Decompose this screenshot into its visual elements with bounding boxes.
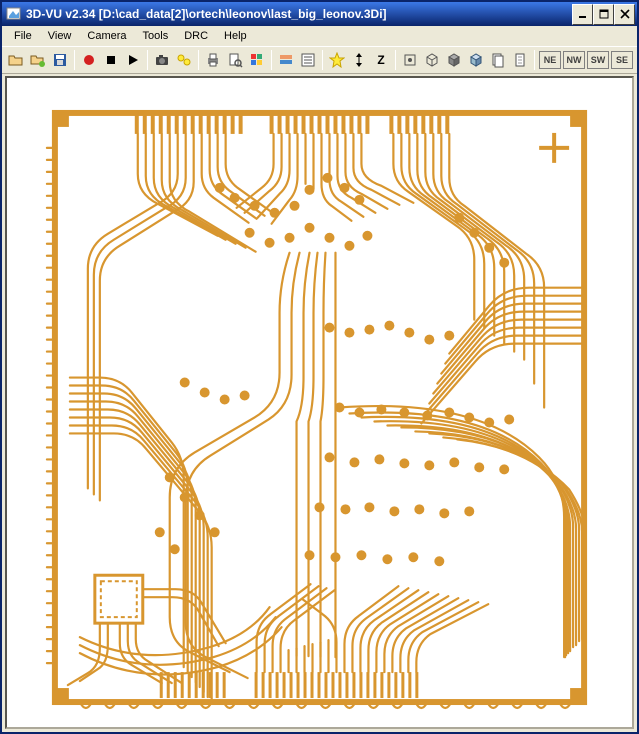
window-title: 3D-VU v2.34 [D:\cad_data[2]\ortech\leono… [26, 7, 568, 21]
toolbar: Z NE NW SW SE i [2, 46, 637, 74]
view-sw-button[interactable]: SW [587, 51, 609, 69]
maximize-button[interactable] [593, 4, 614, 25]
menu-drc[interactable]: DRC [176, 28, 216, 44]
play-icon[interactable] [122, 49, 144, 71]
sheet-icon[interactable] [509, 49, 531, 71]
separator [395, 50, 396, 70]
layers-icon[interactable] [275, 49, 297, 71]
z-label-icon[interactable]: Z [370, 49, 392, 71]
separator [74, 50, 75, 70]
menu-tools[interactable]: Tools [135, 28, 177, 44]
camera-icon[interactable] [151, 49, 173, 71]
minimize-button[interactable] [572, 4, 593, 25]
separator [322, 50, 323, 70]
titlebar: 3D-VU v2.34 [D:\cad_data[2]\ortech\leono… [2, 2, 637, 26]
menubar: File View Camera Tools DRC Help [2, 26, 637, 46]
menu-camera[interactable]: Camera [79, 28, 134, 44]
pcb-render: .cu { stroke:#d8962f; stroke-width:2.2; … [7, 78, 632, 727]
separator [271, 50, 272, 70]
view-se-button[interactable]: SE [611, 51, 633, 69]
separator [534, 50, 535, 70]
palette-icon[interactable] [246, 49, 268, 71]
open-icon[interactable] [5, 49, 27, 71]
separator [198, 50, 199, 70]
menu-view[interactable]: View [40, 28, 80, 44]
app-icon [6, 6, 22, 22]
save-icon[interactable] [49, 49, 71, 71]
view-nw-button[interactable]: NW [563, 51, 585, 69]
solid-cube-icon[interactable] [443, 49, 465, 71]
print-preview-icon[interactable] [224, 49, 246, 71]
close-button[interactable] [614, 4, 635, 25]
shaded-cube-icon[interactable] [465, 49, 487, 71]
z-arrows-icon[interactable] [348, 49, 370, 71]
settings-icon[interactable] [297, 49, 319, 71]
docs-icon[interactable] [487, 49, 509, 71]
menu-help[interactable]: Help [216, 28, 255, 44]
open-project-icon[interactable] [27, 49, 49, 71]
lights-icon[interactable] [173, 49, 195, 71]
print-icon[interactable] [202, 49, 224, 71]
pad-icon[interactable] [399, 49, 421, 71]
info-icon[interactable]: i [634, 49, 637, 71]
menu-file[interactable]: File [6, 28, 40, 44]
window-controls [572, 4, 635, 25]
view-ne-button[interactable]: NE [539, 51, 561, 69]
wire-cube-icon[interactable] [421, 49, 443, 71]
record-icon[interactable] [78, 49, 100, 71]
separator [147, 50, 148, 70]
star-icon[interactable] [326, 49, 348, 71]
app-window: 3D-VU v2.34 [D:\cad_data[2]\ortech\leono… [0, 0, 639, 734]
canvas-area[interactable]: .cu { stroke:#d8962f; stroke-width:2.2; … [5, 76, 634, 729]
stop-icon[interactable] [100, 49, 122, 71]
